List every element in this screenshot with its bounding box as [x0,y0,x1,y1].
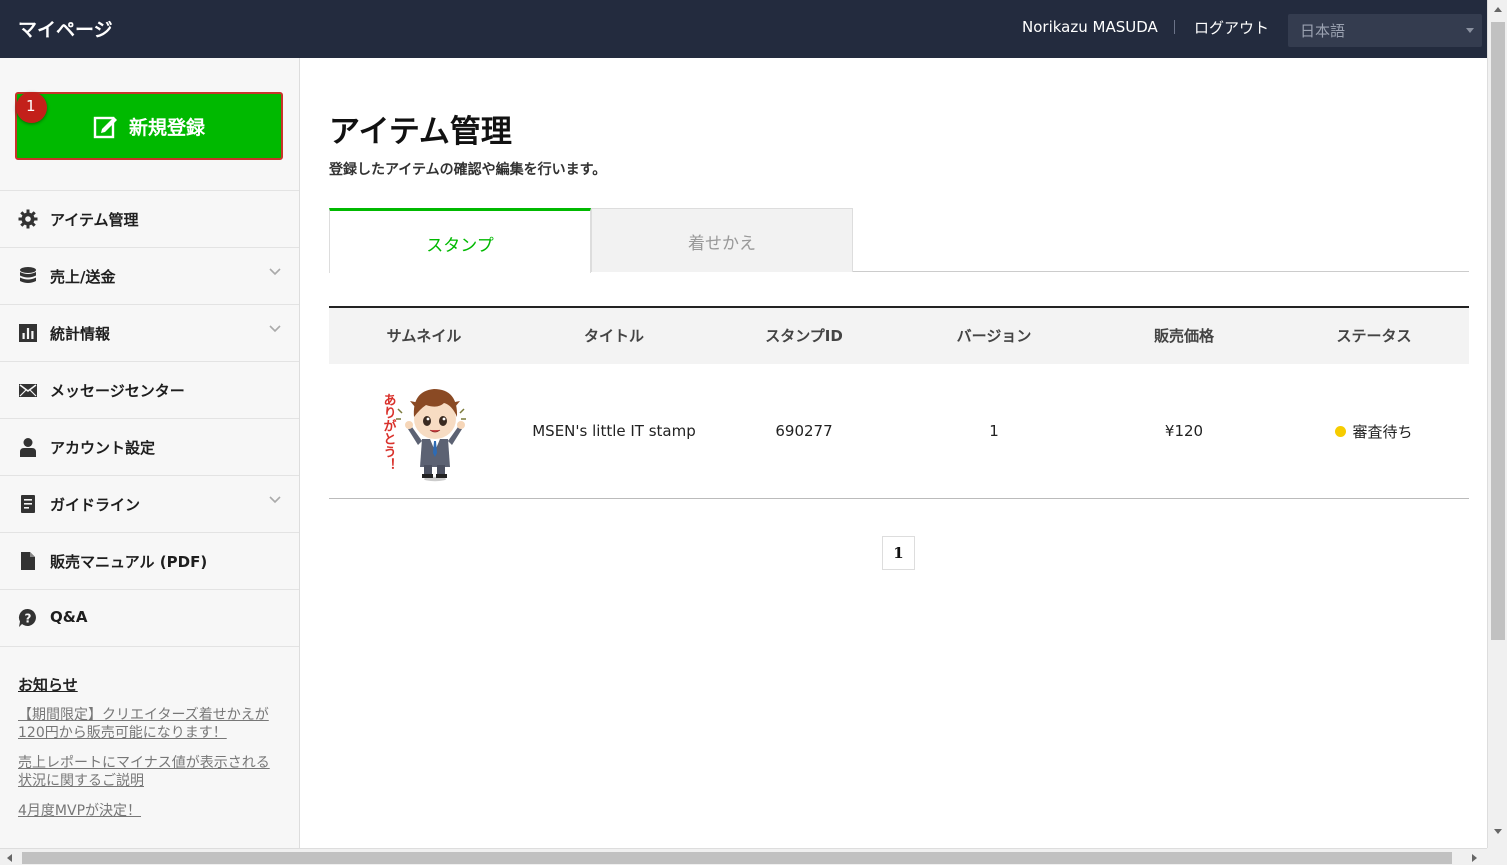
sidebar-item-label: メッセージセンター [50,382,185,400]
price-cell: ¥120 [1164,422,1204,440]
page-subtitle: 登録したアイテムの確認や編集を行います。 [329,162,607,178]
horizontal-scroll-thumb[interactable] [22,852,1452,864]
column-header: 販売価格 [1153,327,1214,345]
new-registration-label: 新規登録 [128,116,205,139]
document-icon [21,495,35,513]
sidebar-item-statistics[interactable]: 統計情報 [0,305,299,362]
language-value: 日本語 [1300,22,1346,40]
table-header: サムネイル タイトル スタンプID バージョン 販売価格 ステータス [329,308,1469,364]
scroll-right-icon[interactable] [1472,854,1477,862]
sidebar-item-message-center[interactable]: メッセージセンター [0,362,299,419]
thumbnail-caption: ありがとう！ [381,393,397,471]
sidebar-item-label: 統計情報 [50,325,111,343]
status-dot-icon [1335,425,1347,437]
sidebar-item-label: アイテム管理 [50,211,139,229]
column-header: タイトル [583,327,644,345]
page-title: アイテム管理 [329,114,512,150]
pagination-page[interactable]: 1 [882,536,915,570]
sidebar-item-guidelines[interactable]: ガイドライン [0,476,299,533]
column-header: スタンプID [765,327,843,345]
sidebar-item-item-management[interactable]: アイテム管理 [0,191,299,248]
brand-title[interactable]: マイページ [18,15,113,42]
sidebar-item-label: ガイドライン [50,496,141,514]
gear-icon [18,209,38,229]
edit-icon [93,116,117,139]
version-cell: 1 [989,422,999,440]
sidebar-item-label: 販売マニュアル (PDF) [50,553,208,571]
main-content: アイテム管理 登録したアイテムの確認や編集を行います。 スタンプ 着せかえ サム… [300,58,1487,848]
status-label: 審査待ち [1352,422,1413,441]
tab-themes[interactable]: 着せかえ [591,208,853,272]
items-table: サムネイル タイトル スタンプID バージョン 販売価格 ステータス ありがとう… [329,306,1469,499]
column-header: サムネイル [386,327,462,345]
item-tabs: スタンプ 着せかえ [329,208,1469,273]
database-icon [20,267,36,283]
tab-stamps[interactable]: スタンプ [329,208,591,273]
svg-text:?: ? [25,612,32,626]
user-name[interactable]: Norikazu MASUDA [1022,18,1158,36]
scrollbar-corner [1487,848,1507,865]
column-header: ステータス [1336,327,1412,345]
chevron-down-icon [269,268,281,276]
header-separator [1174,20,1175,34]
horizontal-scrollbar[interactable] [0,848,1487,865]
vertical-scrollbar[interactable] [1487,0,1507,848]
top-header: マイページ Norikazu MASUDA ログアウト 日本語 [0,0,1487,58]
sidebar-item-qa[interactable]: ? Q&A [0,590,299,647]
column-header: バージョン [956,327,1032,345]
title-cell[interactable]: MSEN's little IT stamp [519,364,709,498]
sidebar-item-sales-manual[interactable]: 販売マニュアル (PDF) [0,533,299,590]
person-icon [20,438,36,457]
sidebar-item-label: アカウント設定 [50,439,156,457]
logout-link[interactable]: ログアウト [1194,17,1269,38]
notices-heading: お知らせ [18,676,78,694]
scroll-up-icon[interactable] [1494,7,1502,12]
scroll-down-icon[interactable] [1494,829,1502,834]
thumbnail-cell: ありがとう！ [329,364,519,498]
bar-chart-icon [19,324,37,342]
notice-link[interactable]: 4月度MVPが決定！ [18,802,280,820]
sidebar-nav: アイテム管理 売上/送金 統計情報 メッセージセンター アカウント設定 ガイドラ… [0,190,299,647]
new-registration-button[interactable]: 新規登録 [15,92,283,160]
envelope-icon [19,384,37,397]
notice-link[interactable]: 【期間限定】クリエイターズ着せかえが120円から販売可能になります！ [18,706,280,742]
caret-down-icon [1466,28,1474,33]
notice-link[interactable]: 売上レポートにマイナス値が表示される状況に関するご説明 [18,754,280,790]
status-cell: 審査待ち [1279,364,1469,498]
file-icon [21,552,35,570]
table-row[interactable]: ありがとう！ MSEN's little IT stamp 690277 1 ¥… [329,364,1469,499]
chevron-down-icon [269,496,281,504]
sidebar-item-label: 売上/送金 [50,268,116,286]
sidebar-item-sales[interactable]: 売上/送金 [0,248,299,305]
chevron-down-icon [269,325,281,333]
language-select[interactable]: 日本語 [1288,14,1482,47]
stamp-thumbnail[interactable]: ありがとう！ [374,379,474,483]
question-icon: ? [18,608,36,627]
step-badge: 1 [16,92,47,123]
sidebar-item-account-settings[interactable]: アカウント設定 [0,419,299,476]
scroll-left-icon[interactable] [7,854,12,862]
vertical-scroll-thumb[interactable] [1491,22,1505,640]
sidebar-item-label: Q&A [50,608,88,626]
stamp-id-cell: 690277 [775,422,833,440]
